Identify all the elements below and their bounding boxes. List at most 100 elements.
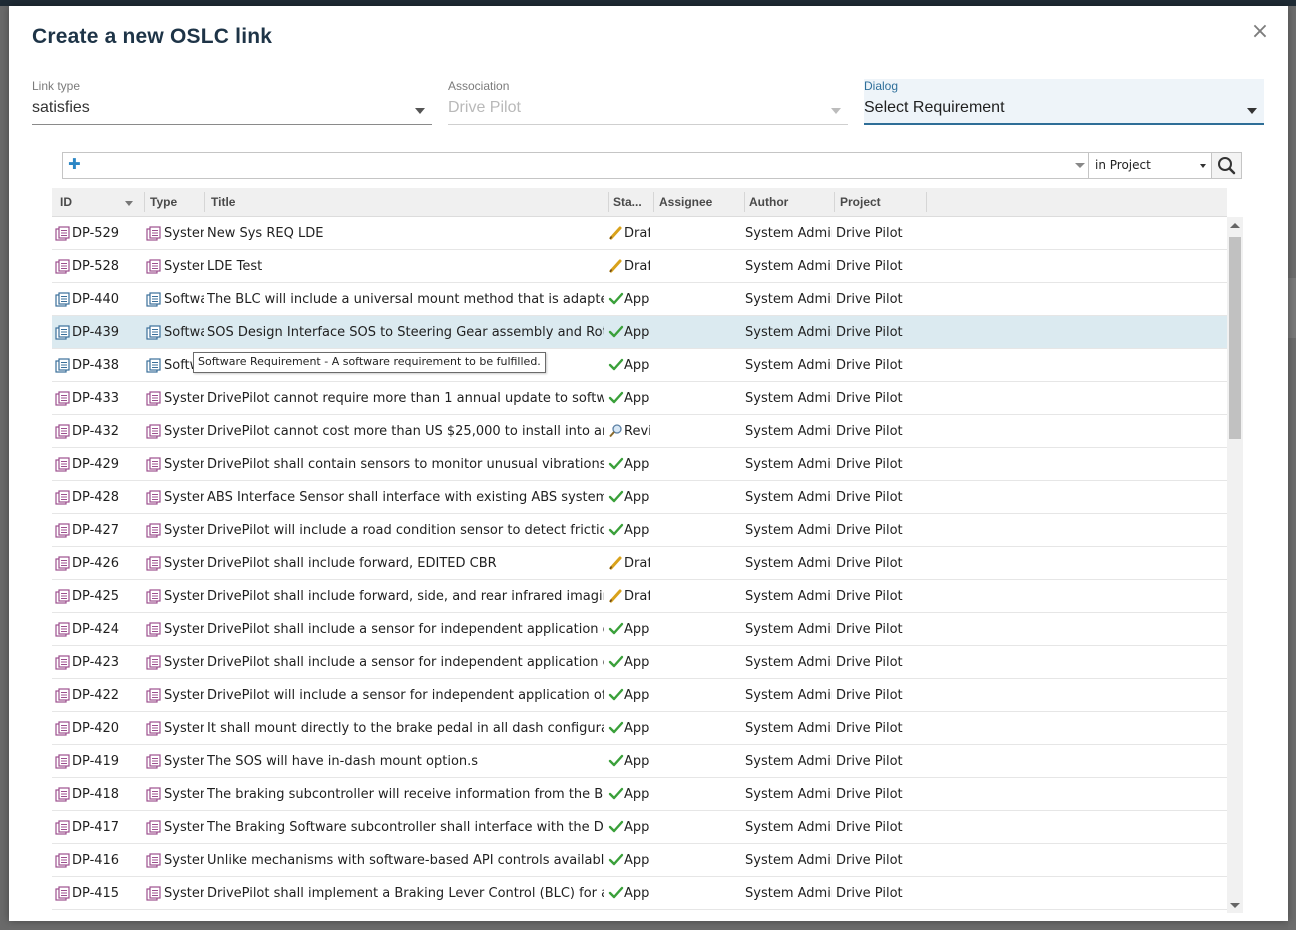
column-separator: [744, 192, 745, 212]
row-author: System Administrator: [745, 292, 832, 307]
check-icon: [608, 853, 624, 867]
table-row[interactable]: DP-420 SystemIt shall mount directly to t…: [52, 712, 1227, 745]
link-type-select[interactable]: Link type satisfies: [32, 79, 432, 125]
row-project: Drive Pilot: [836, 259, 903, 274]
scroll-up-icon[interactable]: [1230, 223, 1240, 228]
system-requirement-icon: [146, 655, 161, 670]
row-status: Approved: [624, 754, 650, 769]
row-type: Software: [164, 325, 204, 340]
table-header: ID Type Title Sta... Assignee Author Pro…: [52, 188, 1227, 217]
system-requirement-icon: [55, 688, 70, 703]
row-project: Drive Pilot: [836, 721, 903, 736]
column-header-assignee[interactable]: Assignee: [659, 195, 712, 209]
check-icon: [608, 655, 624, 669]
query-input[interactable]: ✚: [62, 152, 1088, 179]
table-row[interactable]: DP-433 SystemDrivePilot cannot require mo…: [52, 382, 1227, 415]
table-row[interactable]: DP-432 SystemDrivePilot cannot cost more …: [52, 415, 1227, 448]
table-row[interactable]: DP-528 SystemLDE Test Draft System Administ…: [52, 250, 1227, 283]
check-icon: [608, 688, 624, 702]
close-icon[interactable]: ×: [1249, 21, 1271, 43]
table-row[interactable]: DP-426 SystemDrivePilot shall include for…: [52, 547, 1227, 580]
row-type: System: [164, 886, 204, 901]
row-project: Drive Pilot: [836, 589, 903, 604]
column-header-status[interactable]: Sta...: [613, 195, 642, 209]
table-row[interactable]: DP-424 SystemDrivePilot shall include a s…: [52, 613, 1227, 646]
row-status: Draft: [624, 226, 650, 241]
background-page-right-edge: [1288, 6, 1296, 930]
row-status: Approved: [624, 457, 650, 472]
field-underline: [448, 124, 848, 125]
background-page-left-edge: [0, 6, 9, 930]
row-type: System: [164, 490, 204, 505]
table-row[interactable]: DP-422 SystemDrivePilot will include a se…: [52, 679, 1227, 712]
row-project: Drive Pilot: [836, 358, 903, 373]
check-icon: [608, 787, 624, 801]
table-row[interactable]: DP-418 SystemThe braking subcontroller wi…: [52, 778, 1227, 811]
table-row[interactable]: DP-425 SystemDrivePilot shall include for…: [52, 580, 1227, 613]
row-title: The Braking Software subcontroller shall…: [207, 820, 604, 835]
system-requirement-icon: [55, 490, 70, 505]
table-body: DP-529SystemNew Sys REQ LDEDraftSystem A…: [52, 217, 1227, 912]
row-type: System: [164, 754, 204, 769]
table-row[interactable]: DP-427 SystemDrivePilot will include a ro…: [52, 514, 1227, 547]
query-dropdown-icon[interactable]: [1075, 163, 1085, 168]
system-requirement-icon: [146, 556, 161, 571]
system-requirement-icon: [146, 820, 161, 835]
table-row[interactable]: DP-529 SystemNew Sys REQ LDE Draft System A…: [52, 217, 1227, 250]
row-type: System: [164, 655, 204, 670]
scope-select[interactable]: in Project: [1088, 152, 1212, 179]
row-id: DP-426: [72, 556, 120, 571]
column-header-project[interactable]: Project: [840, 195, 881, 209]
row-project: Drive Pilot: [836, 523, 903, 538]
table-row[interactable]: DP-428 SystemABS Interface Sensor shall i…: [52, 481, 1227, 514]
column-header-type[interactable]: Type: [150, 195, 177, 209]
column-separator: [834, 192, 835, 212]
row-id: DP-420: [72, 721, 120, 736]
column-separator: [204, 192, 205, 212]
row-author: System Administrator: [745, 358, 832, 373]
search-button[interactable]: [1211, 152, 1242, 179]
row-id: DP-433: [72, 391, 120, 406]
table-row[interactable]: DP-423 SystemDrivePilot shall include a s…: [52, 646, 1227, 679]
row-type: System: [164, 853, 204, 868]
row-id: DP-432: [72, 424, 120, 439]
row-title: DrivePilot shall include forward, EDITED…: [207, 556, 497, 571]
sort-descending-icon[interactable]: [125, 201, 133, 206]
system-requirement-icon: [55, 556, 70, 571]
background-page-bottom-edge: [9, 921, 1288, 930]
column-header-id[interactable]: ID: [60, 195, 72, 209]
table-row[interactable]: DP-419 SystemThe SOS will have in-dash mo…: [52, 745, 1227, 778]
link-type-label: Link type: [32, 79, 81, 93]
dialog-select[interactable]: Dialog Select Requirement: [864, 79, 1264, 125]
row-author: System Administrator: [745, 490, 832, 505]
row-project: Drive Pilot: [836, 754, 903, 769]
row-author: System Administrator: [745, 325, 832, 340]
row-id: DP-416: [72, 853, 120, 868]
table-row[interactable]: DP-416 SystemUnlike mechanisms with softw…: [52, 844, 1227, 877]
row-title: DrivePilot cannot require more than 1 an…: [207, 391, 604, 406]
row-type: System: [164, 391, 204, 406]
table-scrollbar[interactable]: [1227, 217, 1243, 913]
table-row[interactable]: DP-429 SystemDrivePilot shall contain sen…: [52, 448, 1227, 481]
association-value: Drive Pilot: [448, 99, 521, 116]
scrollbar-thumb[interactable]: [1229, 237, 1241, 439]
row-author: System Administrator: [745, 655, 832, 670]
row-id: DP-415: [72, 886, 120, 901]
row-id: DP-417: [72, 820, 120, 835]
row-status: Draft: [624, 556, 650, 571]
system-requirement-icon: [146, 721, 161, 736]
add-criteria-icon[interactable]: ✚: [68, 156, 81, 173]
column-header-title[interactable]: Title: [211, 195, 235, 209]
row-status: Approved: [624, 688, 650, 703]
table-row[interactable]: DP-439 SoftwareSOS Design Interface SOS t…: [52, 316, 1227, 349]
system-requirement-icon: [146, 490, 161, 505]
table-row[interactable]: DP-417 SystemThe Braking Software subcont…: [52, 811, 1227, 844]
row-status: Approved: [624, 292, 650, 307]
table-row[interactable]: DP-440 SoftwareThe BLC will include a uni…: [52, 283, 1227, 316]
column-header-author[interactable]: Author: [749, 195, 788, 209]
scroll-down-icon[interactable]: [1230, 903, 1240, 908]
row-author: System Administrator: [745, 688, 832, 703]
table-row[interactable]: DP-415 SystemDrivePilot shall implement a…: [52, 877, 1227, 910]
row-type: System: [164, 688, 204, 703]
column-separator: [608, 192, 609, 212]
